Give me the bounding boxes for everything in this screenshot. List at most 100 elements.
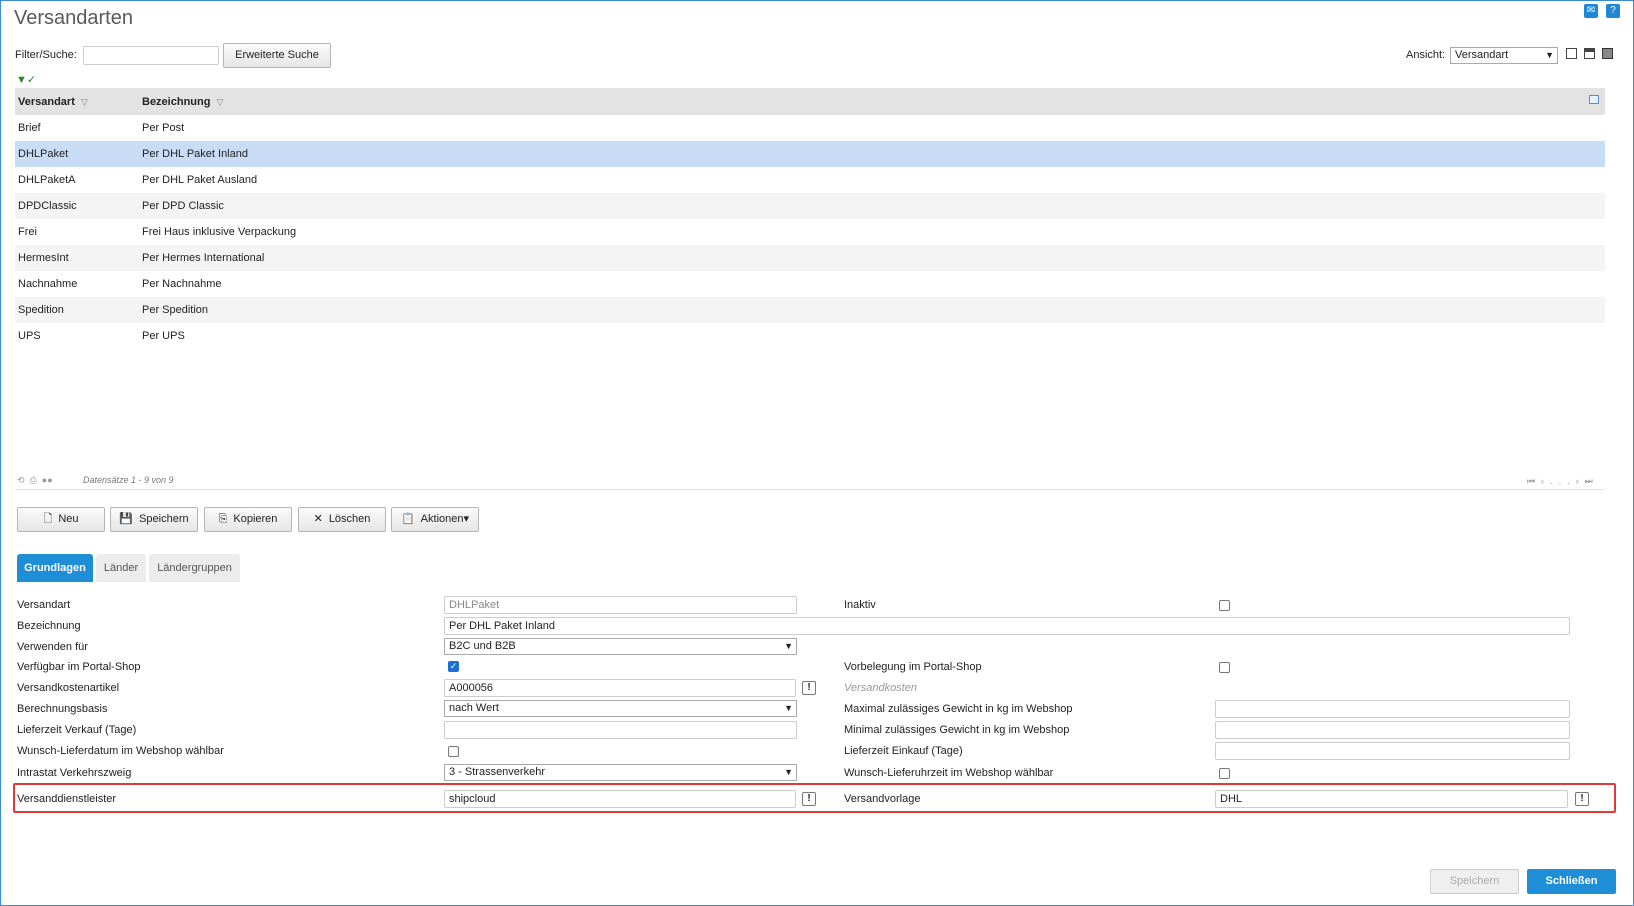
filter-funnel-icon[interactable]: ▽ bbox=[81, 97, 88, 107]
column-header-bezeichnung[interactable]: Bezeichnung ▽ bbox=[142, 96, 1605, 108]
vorlage-label: Versandvorlage bbox=[844, 793, 921, 805]
column-chooser-icon[interactable] bbox=[1589, 95, 1599, 104]
table-row[interactable]: DHLPaket Per DHL Paket Inland bbox=[15, 141, 1605, 167]
cell-bezeichnung: Frei Haus inklusive Verpackung bbox=[142, 226, 297, 238]
layout-split-icon[interactable] bbox=[1584, 48, 1595, 59]
copy-button-label: Kopieren bbox=[233, 513, 278, 525]
verwenden-value: B2C und B2B bbox=[449, 640, 516, 652]
cell-bezeichnung: Per Hermes International bbox=[142, 252, 265, 264]
delete-button[interactable]: ✕ Löschen bbox=[298, 507, 386, 532]
table-row[interactable]: Nachnahme Per Nachnahme bbox=[15, 271, 1605, 297]
first-page-icon[interactable]: ⏮ bbox=[1527, 476, 1541, 486]
filter-input[interactable] bbox=[83, 46, 219, 65]
inaktiv-checkbox[interactable] bbox=[1219, 600, 1230, 611]
table-row[interactable]: DPDClassic Per DPD Classic bbox=[15, 193, 1605, 219]
grid-body: Brief Per Post DHLPaket Per DHL Paket Inlan… bbox=[15, 115, 1605, 349]
layout-single-icon[interactable] bbox=[1566, 48, 1577, 59]
berechnungsbasis-value: nach Wert bbox=[449, 702, 499, 714]
divider bbox=[15, 489, 1605, 490]
layout-full-icon[interactable] bbox=[1602, 48, 1613, 59]
bezeichnung-label: Bezeichnung bbox=[17, 620, 81, 632]
page-title: Versandarten bbox=[14, 7, 133, 29]
lieferzeit-einkauf-field[interactable] bbox=[1215, 742, 1570, 760]
column-header-label: Versandart bbox=[18, 95, 75, 108]
table-row[interactable]: UPS Per UPS bbox=[15, 323, 1605, 349]
tab-grundlagen[interactable]: Grundlagen bbox=[17, 554, 93, 582]
next-page-icon[interactable]: › bbox=[1576, 476, 1585, 486]
tab-laender[interactable]: Länder bbox=[96, 554, 146, 582]
vorlage-field[interactable]: DHL bbox=[1215, 790, 1568, 808]
lookup-button[interactable]: ! bbox=[802, 681, 816, 695]
last-page-icon[interactable]: ⏭ bbox=[1585, 476, 1599, 486]
versandart-label: Versandart bbox=[17, 599, 71, 611]
help-icon[interactable]: ? bbox=[1606, 4, 1620, 18]
versandart-field[interactable]: DHLPaket bbox=[444, 596, 797, 614]
lookup-button[interactable]: ! bbox=[802, 792, 816, 806]
cell-versandart: HermesInt bbox=[18, 252, 69, 264]
cell-versandart: Frei bbox=[18, 226, 37, 238]
view-label: Ansicht: bbox=[1406, 49, 1446, 61]
dienstleister-field[interactable]: shipcloud bbox=[444, 790, 796, 808]
export-icon[interactable]: ●● bbox=[42, 475, 53, 485]
cell-bezeichnung: Per Nachnahme bbox=[142, 278, 222, 290]
cell-bezeichnung: Per DPD Classic bbox=[142, 200, 224, 212]
versandkosten-label: Versandkosten bbox=[844, 682, 917, 694]
new-button[interactable]: 🗋 Neu bbox=[17, 507, 105, 532]
table-row[interactable]: DHLPaketA Per DHL Paket Ausland bbox=[15, 167, 1605, 193]
chevron-down-icon: ▼ bbox=[784, 641, 793, 651]
max-gewicht-field[interactable] bbox=[1215, 700, 1570, 718]
actions-button[interactable]: 📋 Aktionen▾ bbox=[391, 507, 479, 532]
wunsch-lieferdatum-checkbox[interactable] bbox=[448, 746, 459, 757]
close-button[interactable]: Schließen bbox=[1527, 869, 1616, 894]
close-icon: ✕ bbox=[313, 513, 323, 525]
bezeichnung-field[interactable]: Per DHL Paket Inland bbox=[444, 617, 1570, 635]
kostenartikel-field[interactable]: A000056 bbox=[444, 679, 796, 697]
intrastat-select[interactable]: 3 - Strassenverkehr ▼ bbox=[444, 764, 797, 781]
portal-shop-checkbox[interactable]: ✓ bbox=[448, 661, 459, 672]
refresh-icon[interactable]: ⟲ bbox=[17, 475, 25, 485]
lookup-button[interactable]: ! bbox=[1575, 792, 1589, 806]
tab-laendergruppen[interactable]: Ländergruppen bbox=[149, 554, 240, 582]
filter-active-icon[interactable]: ▼✓ bbox=[16, 73, 36, 86]
wunsch-lieferuhrzeit-checkbox[interactable] bbox=[1219, 768, 1230, 779]
view-select[interactable]: Versandart ▼ bbox=[1450, 47, 1558, 64]
cell-versandart: Brief bbox=[18, 122, 41, 134]
lieferzeit-verkauf-field[interactable] bbox=[444, 721, 797, 739]
table-row[interactable]: Brief Per Post bbox=[15, 115, 1605, 141]
floppy-icon: 💾 bbox=[119, 513, 134, 525]
kostenartikel-label: Versandkostenartikel bbox=[17, 682, 120, 694]
advanced-search-button[interactable]: Erweiterte Suche bbox=[223, 43, 331, 68]
mail-icon[interactable]: ✉ bbox=[1584, 4, 1598, 18]
prev-page-icon[interactable]: ‹ bbox=[1541, 476, 1550, 486]
filter-label: Filter/Suche: bbox=[15, 49, 77, 61]
delete-button-label: Löschen bbox=[328, 513, 371, 525]
copy-button[interactable]: ⎘ Kopieren bbox=[204, 507, 292, 532]
max-gewicht-label: Maximal zulässiges Gewicht in kg im Webs… bbox=[844, 703, 1073, 715]
berechnungsbasis-select[interactable]: nach Wert ▼ bbox=[444, 700, 797, 717]
print-icon[interactable]: ⎙ bbox=[30, 475, 37, 485]
table-row[interactable]: Frei Frei Haus inklusive Verpackung bbox=[15, 219, 1605, 245]
verwenden-select[interactable]: B2C und B2B ▼ bbox=[444, 638, 797, 655]
save-toolbar-button[interactable]: 💾 Speichern bbox=[110, 507, 198, 532]
cell-bezeichnung: Per Spedition bbox=[142, 304, 209, 316]
wunsch-lieferuhrzeit-label: Wunsch-Lieferuhrzeit im Webshop wählbar bbox=[844, 767, 1054, 779]
view-select-value: Versandart bbox=[1455, 49, 1509, 61]
intrastat-value: 3 - Strassenverkehr bbox=[449, 766, 545, 778]
pager-tools: ⟲ ⎙ ●● bbox=[17, 475, 53, 486]
table-row[interactable]: HermesInt Per Hermes International bbox=[15, 245, 1605, 271]
top-icons: ✉ ? bbox=[1584, 4, 1620, 18]
cell-versandart: DHLPaket bbox=[18, 148, 69, 160]
min-gewicht-field[interactable] bbox=[1215, 721, 1570, 739]
filter-funnel-icon[interactable]: ▽ bbox=[216, 97, 223, 107]
table-row[interactable]: Spedition Per Spedition bbox=[15, 297, 1605, 323]
lieferzeit-einkauf-label: Lieferzeit Einkauf (Tage) bbox=[844, 745, 963, 757]
chevron-down-icon: ▼ bbox=[784, 703, 793, 713]
grid-header: Versandart ▽ Bezeichnung ▽ bbox=[15, 88, 1605, 115]
save-button[interactable]: Speichern bbox=[1430, 869, 1519, 894]
verwenden-label: Verwenden für bbox=[17, 641, 88, 653]
record-count: Datensätze 1 - 9 von 9 bbox=[83, 475, 174, 485]
vorbelegung-checkbox[interactable] bbox=[1219, 662, 1230, 673]
cell-versandart: Spedition bbox=[18, 304, 64, 316]
cell-versandart: Nachnahme bbox=[18, 278, 78, 290]
column-header-versandart[interactable]: Versandart ▽ bbox=[15, 96, 142, 108]
